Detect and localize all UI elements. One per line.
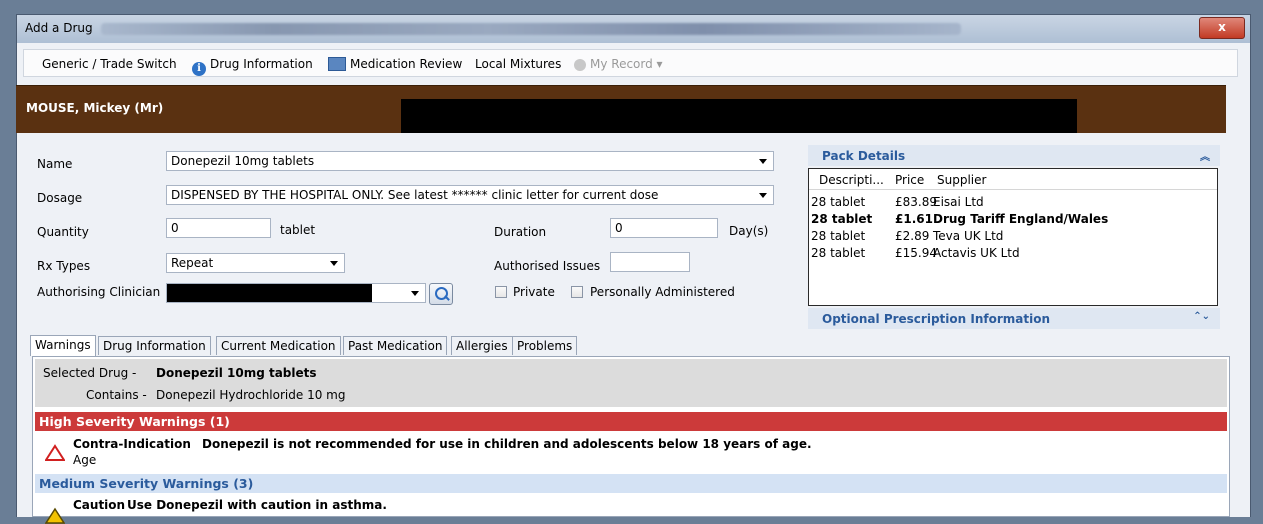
close-button[interactable]: x — [1199, 17, 1245, 39]
patient-name: MOUSE, Mickey (Mr) — [26, 101, 164, 115]
high-severity-header[interactable]: High Severity Warnings (1) — [35, 412, 1227, 431]
dosage-value: DISPENSED BY THE HOSPITAL ONLY. See late… — [171, 188, 659, 202]
medication-review-label: Medication Review — [350, 57, 463, 71]
tab-allergies[interactable]: Allergies — [451, 336, 513, 355]
contains-label: Contains - — [86, 388, 147, 402]
patient-banner: MOUSE, Mickey (Mr) — [16, 85, 1226, 133]
authorised-issues-input[interactable] — [610, 252, 690, 272]
duration-unit: Day(s) — [729, 224, 769, 238]
authorising-clinician-label: Authorising Clinician — [37, 285, 161, 299]
caution-triangle-icon — [45, 507, 65, 524]
redacted-patient-details — [401, 99, 1077, 133]
quantity-input[interactable]: 0 — [166, 218, 271, 238]
medium-warning-type: Caution — [73, 498, 126, 512]
table-row[interactable]: 28 tablet £1.61 Drug Tariff England/Wales — [809, 212, 1217, 228]
chevron-down-icon — [759, 159, 767, 164]
divider — [809, 189, 1217, 190]
drug-information-label: Drug Information — [210, 57, 313, 71]
row-description: 28 tablet — [811, 195, 866, 209]
row-supplier: Actavis UK Ltd — [933, 246, 1020, 260]
tab-drug-information[interactable]: Drug Information — [98, 336, 211, 355]
toolbar: Generic / Trade Switch i Drug Information… — [23, 49, 1238, 77]
medication-review-button[interactable]: Medication Review — [328, 57, 462, 71]
pack-details-title: Pack Details — [822, 149, 906, 163]
local-mixtures-button[interactable]: Local Mixtures — [475, 57, 561, 71]
drug-name-dropdown[interactable]: Donepezil 10mg tablets — [166, 151, 774, 171]
personally-administered-checkbox[interactable] — [571, 286, 583, 298]
chevron-down-icon — [759, 193, 767, 198]
medium-warning-text: Use Donepezil with caution in asthma. — [127, 498, 387, 512]
personally-administered-label: Personally Administered — [590, 285, 735, 299]
tab-past-medication[interactable]: Past Medication — [343, 336, 448, 355]
medium-severity-title: Medium Severity Warnings (3) — [39, 476, 254, 491]
high-warning-text: Donepezil is not recommended for use in … — [202, 437, 812, 451]
row-description: 28 tablet — [811, 229, 866, 243]
pack-details-list: Descripti... Price Supplier 28 tablet £83… — [808, 168, 1218, 306]
table-row[interactable]: 28 tablet £2.89 Teva UK Ltd — [809, 229, 1217, 245]
dosage-label: Dosage — [37, 191, 83, 205]
blurred-patient-info — [101, 23, 961, 35]
row-price: £1.61 — [895, 212, 933, 226]
private-checkbox[interactable] — [495, 286, 507, 298]
calendar-icon — [328, 57, 346, 71]
warning-triangle-icon — [45, 444, 65, 461]
row-price: £83.89 — [895, 195, 937, 209]
rx-types-value: Repeat — [171, 256, 214, 270]
my-record-label: My Record ▾ — [590, 57, 663, 71]
quantity-unit: tablet — [280, 223, 316, 237]
row-price: £2.89 — [895, 229, 930, 243]
drug-name-value: Donepezil 10mg tablets — [171, 154, 315, 168]
record-icon — [574, 59, 586, 71]
tab-current-medication[interactable]: Current Medication — [216, 336, 341, 355]
high-warning-sub: Age — [73, 453, 97, 467]
contains-value: Donepezil Hydrochloride 10 mg — [156, 388, 346, 402]
clinician-search-button[interactable] — [429, 283, 453, 305]
column-header-description[interactable]: Descripti... — [819, 173, 884, 187]
selected-drug-box: Selected Drug - Donepezil 10mg tablets C… — [35, 359, 1227, 407]
dosage-dropdown[interactable]: DISPENSED BY THE HOSPITAL ONLY. See late… — [166, 185, 774, 205]
private-label: Private — [513, 285, 555, 299]
pack-details-header[interactable]: Pack Details ︽ — [808, 145, 1220, 166]
medium-severity-header[interactable]: Medium Severity Warnings (3) — [35, 474, 1227, 493]
tab-problems[interactable]: Problems — [512, 336, 578, 355]
title-bar: Add a Drug x — [17, 15, 1250, 43]
row-supplier: Drug Tariff England/Wales — [933, 212, 1109, 226]
redacted-clinician — [167, 284, 372, 302]
authorised-issues-label: Authorised Issues — [494, 259, 601, 273]
table-row[interactable]: 28 tablet £15.94 Actavis UK Ltd — [809, 246, 1217, 262]
chevron-down-icon — [411, 291, 419, 296]
duration-input[interactable]: 0 — [610, 218, 718, 238]
window-title: Add a Drug — [25, 21, 93, 35]
generic-trade-switch-button[interactable]: Generic / Trade Switch — [42, 57, 177, 71]
high-warning-type: Contra-Indication — [73, 437, 191, 451]
selected-drug-label: Selected Drug - — [43, 366, 137, 380]
row-description: 28 tablet — [811, 212, 873, 226]
row-price: £15.94 — [895, 246, 937, 260]
chevron-down-icon — [330, 261, 338, 266]
optional-prescription-title: Optional Prescription Information — [822, 312, 1050, 326]
rx-types-label: Rx Types — [37, 259, 91, 273]
optional-prescription-header[interactable]: Optional Prescription Information ⌃⌄ — [808, 308, 1220, 329]
warnings-panel: Selected Drug - Donepezil 10mg tablets C… — [32, 356, 1230, 524]
table-row[interactable]: 28 tablet £83.89 Eisai Ltd — [809, 195, 1217, 211]
info-icon: i — [192, 62, 206, 76]
expand-chevron-icon: ⌃⌄ — [1193, 311, 1210, 322]
name-label: Name — [37, 157, 73, 171]
quantity-label: Quantity — [37, 225, 89, 239]
row-supplier: Eisai Ltd — [933, 195, 984, 209]
row-supplier: Teva UK Ltd — [933, 229, 1004, 243]
selected-drug-value: Donepezil 10mg tablets — [156, 366, 317, 380]
rx-types-dropdown[interactable]: Repeat — [166, 253, 345, 273]
high-severity-title: High Severity Warnings (1) — [39, 414, 230, 429]
duration-label: Duration — [494, 225, 547, 239]
authorising-clinician-dropdown[interactable] — [166, 283, 426, 303]
row-description: 28 tablet — [811, 246, 866, 260]
column-header-supplier[interactable]: Supplier — [937, 173, 986, 187]
collapse-chevron-icon: ︽ — [1200, 152, 1210, 163]
column-header-price[interactable]: Price — [895, 173, 924, 187]
drug-information-button[interactable]: i Drug Information — [192, 57, 313, 76]
tab-warnings[interactable]: Warnings — [30, 335, 96, 356]
my-record-button[interactable]: My Record ▾ — [574, 57, 663, 71]
